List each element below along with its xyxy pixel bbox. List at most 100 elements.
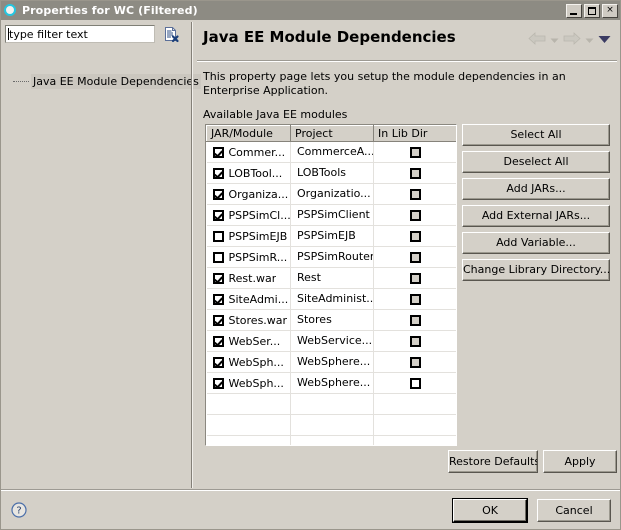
change-library-directory-button[interactable]: Change Library Directory... — [462, 259, 610, 281]
checkbox-unchecked-icon[interactable] — [212, 251, 224, 263]
cell-in-lib-dir[interactable] — [373, 372, 456, 394]
add-jars-button[interactable]: Add JARs... — [462, 178, 610, 200]
cell-project[interactable]: Organizatio... — [290, 183, 374, 205]
select-all-button[interactable]: Select All — [462, 124, 610, 146]
back-arrow-icon[interactable] — [528, 32, 546, 48]
table-row[interactable]: Stores.war Stores — [206, 309, 456, 331]
checkbox-unchecked-icon[interactable] — [409, 251, 421, 263]
checkbox-unchecked-icon[interactable] — [409, 293, 421, 305]
checkbox-unchecked-icon[interactable] — [409, 167, 421, 179]
sidebar-item-java-ee-module-dependencies[interactable]: Java EE Module Dependencies — [13, 74, 201, 89]
checkbox-checked-icon[interactable] — [212, 356, 224, 368]
cell-in-lib-dir[interactable] — [373, 267, 456, 289]
table-row[interactable]: Commer... CommerceA... — [206, 141, 456, 163]
cell-project[interactable]: WebSphere... — [290, 351, 374, 373]
deselect-all-button[interactable]: Deselect All — [462, 151, 610, 173]
cell-jar-module[interactable]: WebSph... — [206, 351, 291, 373]
table-row-empty[interactable] — [206, 414, 456, 436]
cell-in-lib-dir[interactable] — [373, 351, 456, 373]
cell-jar-module[interactable]: Rest.war — [206, 267, 291, 289]
table-row[interactable]: PSPSimR... PSPSimRouter — [206, 246, 456, 268]
add-variable-button[interactable]: Add Variable... — [462, 232, 610, 254]
checkbox-checked-icon[interactable] — [212, 272, 224, 284]
checkbox-checked-icon[interactable] — [212, 167, 224, 179]
checkbox-unchecked-icon[interactable] — [409, 230, 421, 242]
cell-jar-module[interactable]: Commer... — [206, 141, 291, 163]
cell-jar-module[interactable]: Stores.war — [206, 309, 291, 331]
checkbox-checked-icon[interactable] — [212, 209, 224, 221]
forward-chevron-down-icon[interactable] — [585, 34, 594, 47]
checkbox-unchecked-icon[interactable] — [212, 230, 224, 242]
cell-jar-module[interactable]: SiteAdmi... — [206, 288, 291, 310]
cell-jar-module[interactable]: WebSph... — [206, 372, 291, 394]
checkbox-unchecked-icon[interactable] — [409, 272, 421, 284]
cell-jar-module[interactable]: WebSer... — [206, 330, 291, 352]
minimize-button[interactable] — [566, 3, 582, 18]
close-button[interactable]: × — [602, 3, 618, 18]
cell-in-lib-dir[interactable] — [373, 141, 456, 163]
checkbox-checked-icon[interactable] — [212, 335, 224, 347]
modules-table-container[interactable]: JAR/Module Project In Lib Dir Commer... C… — [205, 124, 457, 446]
clear-filter-icon[interactable] — [162, 25, 180, 43]
cell-in-lib-dir[interactable] — [373, 246, 456, 268]
cell-project[interactable]: LOBTools — [290, 162, 374, 184]
cell-jar-module[interactable]: PSPSimCl... — [206, 204, 291, 226]
table-row[interactable]: SiteAdmi... SiteAdminist... — [206, 288, 456, 310]
apply-button[interactable]: Apply — [543, 450, 617, 473]
add-external-jars-button[interactable]: Add External JARs... — [462, 205, 610, 227]
restore-defaults-button[interactable]: Restore Defaults — [448, 450, 538, 473]
column-header-in-lib-dir[interactable]: In Lib Dir — [373, 125, 456, 142]
cell-in-lib-dir[interactable] — [373, 225, 456, 247]
column-header-project[interactable]: Project — [290, 125, 374, 142]
cell-project[interactable]: SiteAdminist... — [290, 288, 374, 310]
table-row[interactable]: LOBTool... LOBTools — [206, 162, 456, 184]
cell-in-lib-dir[interactable] — [373, 183, 456, 205]
cell-jar-module[interactable]: PSPSimR... — [206, 246, 291, 268]
checkbox-checked-icon[interactable] — [212, 377, 224, 389]
table-row[interactable]: Organiza... Organizatio... — [206, 183, 456, 205]
cell-project[interactable]: PSPSimClient — [290, 204, 374, 226]
checkbox-checked-icon[interactable] — [212, 293, 224, 305]
column-header-jar-module[interactable]: JAR/Module — [206, 125, 291, 142]
checkbox-unchecked-icon[interactable] — [409, 314, 421, 326]
cell-jar-module[interactable]: Organiza... — [206, 183, 291, 205]
checkbox-unchecked-icon[interactable] — [409, 146, 421, 158]
cell-project[interactable]: Rest — [290, 267, 374, 289]
cell-in-lib-dir[interactable] — [373, 309, 456, 331]
table-row[interactable]: PSPSimEJB PSPSimEJB — [206, 225, 456, 247]
cell-in-lib-dir[interactable] — [373, 162, 456, 184]
checkbox-unchecked-icon[interactable] — [409, 335, 421, 347]
table-row[interactable]: WebSer... WebService... — [206, 330, 456, 352]
cell-project[interactable]: CommerceA... — [290, 141, 374, 163]
cell-jar-module[interactable]: PSPSimEJB — [206, 225, 291, 247]
ok-button[interactable]: OK — [453, 499, 527, 522]
table-row[interactable]: WebSph... WebSphere... — [206, 351, 456, 373]
maximize-button[interactable] — [584, 3, 600, 18]
help-question-icon[interactable]: ? — [11, 502, 27, 518]
forward-arrow-icon[interactable] — [563, 32, 581, 48]
cell-project[interactable]: PSPSimRouter — [290, 246, 374, 268]
cell-jar-module[interactable]: LOBTool... — [206, 162, 291, 184]
checkbox-unchecked-icon[interactable] — [409, 188, 421, 200]
table-row[interactable]: Rest.war Rest — [206, 267, 456, 289]
cell-in-lib-dir[interactable] — [373, 288, 456, 310]
filter-input[interactable] — [5, 25, 155, 43]
table-row-empty[interactable] — [206, 393, 456, 415]
checkbox-checked-icon[interactable] — [212, 146, 224, 158]
cell-in-lib-dir[interactable] — [373, 330, 456, 352]
checkbox-unchecked-icon[interactable] — [409, 377, 421, 389]
dropdown-arrow-icon[interactable] — [598, 34, 611, 47]
checkbox-checked-icon[interactable] — [212, 188, 224, 200]
cancel-button[interactable]: Cancel — [537, 499, 611, 522]
back-chevron-down-icon[interactable] — [550, 34, 559, 47]
checkbox-unchecked-icon[interactable] — [409, 356, 421, 368]
cell-project[interactable]: WebService... — [290, 330, 374, 352]
cell-project[interactable]: PSPSimEJB — [290, 225, 374, 247]
cell-in-lib-dir[interactable] — [373, 204, 456, 226]
cell-project[interactable]: Stores — [290, 309, 374, 331]
table-row[interactable]: WebSph... WebSphere... — [206, 372, 456, 394]
cell-project[interactable]: WebSphere... — [290, 372, 374, 394]
checkbox-unchecked-icon[interactable] — [409, 209, 421, 221]
checkbox-checked-icon[interactable] — [212, 314, 224, 326]
table-row[interactable]: PSPSimCl... PSPSimClient — [206, 204, 456, 226]
